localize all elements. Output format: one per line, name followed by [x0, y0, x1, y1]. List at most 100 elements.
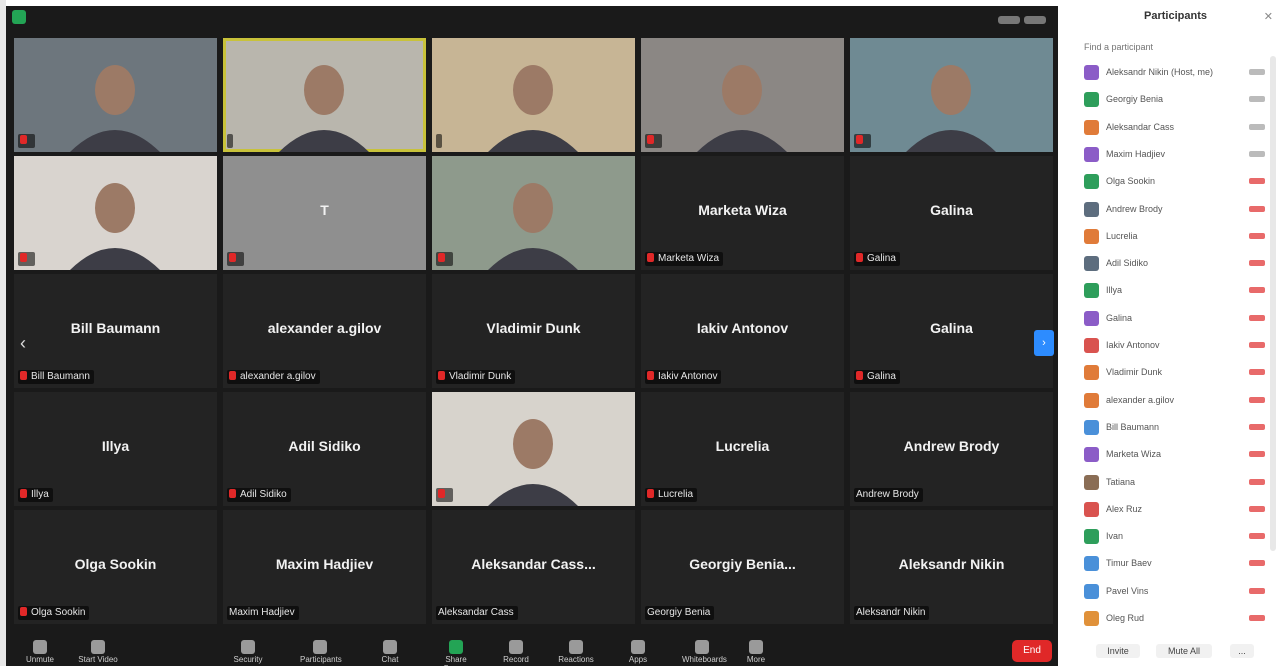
participant-row[interactable]: Georgiy Benia — [1068, 87, 1273, 114]
video-tile[interactable]: Marketa Wiza Marketa Wiza — [641, 156, 844, 270]
tile-label-text: Georgiy Benia — [647, 607, 711, 618]
participant-row[interactable]: Vladimir Dunk — [1068, 360, 1273, 387]
chevron-right-icon[interactable]: › — [1034, 330, 1054, 356]
muted-microphone-icon — [20, 253, 27, 262]
tile-name-label: Aleksandar Cass — [436, 606, 518, 620]
participant-video — [488, 65, 578, 152]
participant-name: Bill Baumann — [1106, 421, 1160, 432]
apps-button[interactable]: Apps — [618, 639, 658, 665]
muted-microphone-icon — [647, 489, 654, 498]
participant-row[interactable]: Oleg Rud — [1068, 606, 1273, 633]
video-tile[interactable]: Georgiy Benia... Georgiy Benia — [641, 510, 844, 624]
share-screen-button[interactable]: Share Screen — [436, 639, 476, 666]
tile-name-label: Adil Sidiko — [227, 488, 291, 502]
top-bar — [6, 6, 1058, 30]
participant-row[interactable]: Olga Sookin — [1068, 169, 1273, 196]
video-tile[interactable]: Andrew Brody Andrew Brody — [850, 392, 1053, 506]
video-tile[interactable]: Iakiv Antonov Iakiv Antonov — [641, 274, 844, 388]
video-tile[interactable]: T — [223, 156, 426, 270]
mic-camera-status-icon — [1249, 369, 1265, 376]
mute-all-button[interactable]: Mute All — [1156, 644, 1212, 658]
video-tile[interactable]: Maxim Hadjiev Maxim Hadjiev — [223, 510, 426, 624]
video-tile[interactable] — [432, 38, 635, 152]
reactions-button[interactable]: Reactions — [556, 639, 596, 665]
whiteboards-button[interactable]: Whiteboards — [682, 639, 727, 665]
participant-row[interactable]: Ivan — [1068, 524, 1273, 551]
participants-button[interactable]: Participants — [300, 639, 342, 665]
participant-row[interactable]: Bill Baumann — [1068, 415, 1273, 442]
mic-camera-status-icon — [1249, 150, 1265, 157]
participant-row[interactable]: Tatiana — [1068, 470, 1273, 497]
participant-search-input[interactable] — [1082, 38, 1256, 56]
participant-name: Adil Sidiko — [1106, 258, 1149, 269]
zoom-meeting-window: T Marketa Wiza Marketa Wiza Galina Galina Bil… — [0, 0, 1283, 666]
invite-button[interactable]: Invite — [1096, 644, 1140, 658]
end-meeting-button[interactable]: End — [1012, 640, 1052, 662]
tile-display-name: Galina — [930, 202, 973, 218]
scrollbar[interactable] — [1270, 56, 1276, 551]
video-tile[interactable]: Vladimir Dunk Vladimir Dunk — [432, 274, 635, 388]
mic-camera-status-icon — [1249, 314, 1265, 321]
video-tile[interactable] — [223, 38, 426, 152]
person-body — [488, 248, 578, 270]
more-button[interactable]: More — [736, 639, 776, 665]
meeting-area: T Marketa Wiza Marketa Wiza Galina Galina Bil… — [6, 6, 1058, 666]
person-body — [279, 130, 369, 152]
participant-row[interactable]: Lucrelia — [1068, 224, 1273, 251]
video-tile[interactable]: Galina Galina — [850, 156, 1053, 270]
participant-row[interactable]: Adil Sidiko — [1068, 251, 1273, 278]
security-button[interactable]: Security — [228, 639, 268, 665]
video-tile[interactable] — [14, 156, 217, 270]
video-tile[interactable]: Adil Sidiko Adil Sidiko — [223, 392, 426, 506]
unmute-button[interactable]: Unmute — [20, 639, 60, 665]
participant-row[interactable]: Aleksandar Cass — [1068, 115, 1273, 142]
record-button[interactable]: Record — [496, 639, 536, 665]
video-tile[interactable] — [641, 38, 844, 152]
video-tile[interactable]: alexander a.gilov alexander a.gilov — [223, 274, 426, 388]
participant-row[interactable]: Iakiv Antonov — [1068, 333, 1273, 360]
close-icon[interactable]: ✕ — [1264, 10, 1273, 23]
video-tile[interactable] — [850, 38, 1053, 152]
chat-button[interactable]: Chat — [370, 639, 410, 665]
video-tile[interactable]: Olga Sookin Olga Sookin — [14, 510, 217, 624]
tile-display-name: Iakiv Antonov — [696, 320, 789, 336]
avatar — [1084, 65, 1099, 80]
participant-row[interactable]: Galina — [1068, 306, 1273, 333]
participant-row[interactable]: Alex Ruz — [1068, 497, 1273, 524]
mic-camera-status-icon — [1249, 287, 1265, 294]
participant-row[interactable]: Marketa Wiza — [1068, 442, 1273, 469]
participant-row[interactable]: Maxim Hadjiev — [1068, 142, 1273, 169]
participant-row[interactable]: Aleksandr Nikin (Host, me) — [1068, 60, 1273, 87]
tile-label-text: Aleksandar Cass — [438, 607, 514, 618]
start-video-button[interactable]: Start Video — [78, 639, 118, 665]
participant-row[interactable]: Illya — [1068, 278, 1273, 305]
video-tile[interactable] — [432, 156, 635, 270]
view-button[interactable] — [998, 11, 1050, 24]
participant-row[interactable]: alexander a.gilov — [1068, 388, 1273, 415]
avatar — [1084, 392, 1099, 408]
tile-label-text: Galina — [867, 253, 896, 264]
participant-row[interactable]: Pavel Vins — [1068, 579, 1273, 606]
participant-row[interactable]: Andrew Brody — [1068, 197, 1273, 224]
video-tile[interactable] — [432, 392, 635, 506]
tile-name-label: Olga Sookin — [18, 606, 90, 620]
more-button[interactable]: ... — [1230, 644, 1254, 658]
mic-camera-status-icon — [1249, 615, 1265, 621]
video-tile[interactable] — [14, 38, 217, 152]
chevron-left-icon[interactable]: ‹ — [17, 326, 29, 360]
video-tile[interactable]: Lucrelia Lucrelia — [641, 392, 844, 506]
encryption-shield-icon[interactable] — [12, 10, 26, 24]
participant-name: Marketa Wiza — [1106, 449, 1162, 460]
tile-display-name: Olga Sookin — [74, 556, 157, 572]
panel-footer: Invite Mute All ... — [1068, 636, 1283, 666]
video-tile[interactable]: Aleksandr Nikin Aleksandr Nikin — [850, 510, 1053, 624]
mic-camera-status-icon — [1249, 478, 1265, 485]
video-tile[interactable]: Galina Galina — [850, 274, 1053, 388]
video-tile[interactable]: Aleksandar Cass... Aleksandar Cass — [432, 510, 635, 624]
avatar — [1084, 146, 1099, 162]
video-tile[interactable]: Bill Baumann Bill Baumann — [14, 274, 217, 388]
tile-label-text: Bill Baumann — [31, 371, 90, 382]
tile-name-label — [18, 134, 35, 148]
participant-row[interactable]: Timur Baev — [1068, 551, 1273, 578]
video-tile[interactable]: Illya Illya — [14, 392, 217, 506]
